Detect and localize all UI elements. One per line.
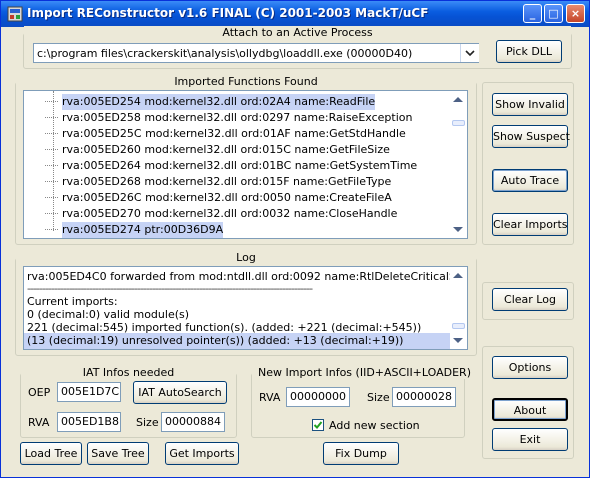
scroll-thumb[interactable] — [452, 120, 465, 126]
save-tree-button[interactable]: Save Tree — [87, 442, 149, 465]
tree-row[interactable]: rva:005ED26C mod:kernel32.dll ord:0050 n… — [45, 190, 392, 206]
size-label: Size — [136, 416, 159, 429]
scroll-up-icon[interactable] — [453, 97, 463, 102]
tree-row[interactable]: rva:005ED268 mod:kernel32.dll ord:015F n… — [45, 174, 391, 190]
tree-row[interactable]: rva:005ED254 mod:kernel32.dll ord:02A4 n… — [45, 94, 376, 110]
checkmark-icon — [313, 421, 323, 429]
about-button[interactable]: About — [492, 398, 568, 421]
close-icon: × — [570, 7, 581, 20]
new-rva-label: RVA — [259, 391, 281, 404]
rva-field[interactable]: 005ED1B8 — [57, 412, 121, 432]
options-button[interactable]: Options — [492, 356, 568, 379]
add-section-checkbox[interactable] — [312, 419, 324, 431]
add-section-label[interactable]: Add new section — [329, 419, 420, 432]
tree-row[interactable]: rva:005ED270 mod:kernel32.dll ord:0032 n… — [45, 206, 397, 222]
tree-row[interactable]: rva:005ED258 mod:kernel32.dll ord:0297 n… — [45, 110, 412, 126]
load-tree-button[interactable]: Load Tree — [20, 442, 82, 465]
auto-trace-button[interactable]: Auto Trace — [492, 169, 568, 192]
window-title: Import REConstructor v1.6 FINAL (C) 2001… — [27, 6, 429, 20]
app-icon — [7, 6, 23, 22]
close-button[interactable]: × — [566, 4, 585, 23]
new-import-legend: New Import Infos (IID+ASCII+LOADER) — [255, 366, 474, 379]
get-imports-button[interactable]: Get Imports — [165, 442, 239, 465]
new-size-field[interactable]: 00000028 — [392, 387, 456, 407]
process-select[interactable]: c:\program files\crackerskit\analysis\ol… — [33, 43, 479, 63]
minimize-button[interactable]: _ — [523, 4, 542, 23]
log-legend: Log — [233, 251, 259, 264]
maximize-icon: □ — [548, 7, 559, 20]
tree-connector — [53, 91, 54, 231]
new-size-label: Size — [367, 391, 390, 404]
fix-dump-button[interactable]: Fix Dump — [323, 442, 399, 465]
process-dropdown-button[interactable] — [460, 44, 479, 62]
clear-log-button[interactable]: Clear Log — [492, 288, 568, 311]
tree-row[interactable]: rva:005ED260 mod:kernel32.dll ord:015C n… — [45, 142, 390, 158]
scroll-thumb[interactable] — [452, 323, 465, 329]
process-value: c:\program files\crackerskit\analysis\ol… — [37, 47, 413, 60]
maximize-button[interactable]: □ — [544, 4, 563, 23]
pick-dll-button[interactable]: Pick DLL — [496, 40, 562, 63]
title-bar[interactable]: Import REConstructor v1.6 FINAL (C) 2001… — [1, 1, 589, 27]
chevron-down-icon — [465, 50, 475, 57]
clear-imports-button[interactable]: Clear Imports — [492, 213, 568, 236]
show-suspect-button[interactable]: Show Suspect — [492, 125, 570, 148]
scroll-down-icon[interactable] — [453, 338, 463, 343]
imported-functions-tree[interactable]: rva:005ED254 mod:kernel32.dll ord:02A4 n… — [23, 90, 468, 239]
tree-row[interactable]: rva:005ED274 ptr:00D36D9A — [45, 222, 224, 238]
oep-field[interactable]: 005E1D7C — [57, 382, 121, 402]
size-field[interactable]: 00000884 — [161, 412, 225, 432]
rva-label: RVA — [28, 416, 50, 429]
minimize-icon: _ — [529, 7, 536, 20]
main-window: Import REConstructor v1.6 FINAL (C) 2001… — [0, 0, 590, 478]
log-list[interactable]: rva:005ED4C0 forwarded from mod:ntdll.dl… — [23, 266, 468, 350]
scroll-up-icon[interactable] — [453, 273, 463, 278]
imported-scrollbar[interactable] — [450, 91, 467, 238]
oep-label: OEP — [28, 386, 51, 399]
attach-legend: Attach to an Active Process — [219, 26, 376, 39]
show-invalid-button[interactable]: Show Invalid — [492, 93, 568, 116]
iat-autosearch-button[interactable]: IAT AutoSearch — [133, 381, 227, 404]
tree-row[interactable]: rva:005ED25C mod:kernel32.dll ord:01AF n… — [45, 126, 406, 142]
exit-button[interactable]: Exit — [492, 428, 568, 451]
tree-row[interactable]: rva:005ED264 mod:kernel32.dll ord:01BC n… — [45, 158, 417, 174]
scroll-down-icon[interactable] — [453, 227, 463, 232]
log-scrollbar[interactable] — [450, 267, 467, 349]
log-line: (13 (decimal:19) unresolved pointer(s)) … — [24, 333, 454, 349]
iat-legend: IAT Infos needed — [79, 366, 178, 379]
new-rva-field[interactable]: 00000000 — [286, 387, 350, 407]
imported-legend: Imported Functions Found — [171, 75, 321, 88]
